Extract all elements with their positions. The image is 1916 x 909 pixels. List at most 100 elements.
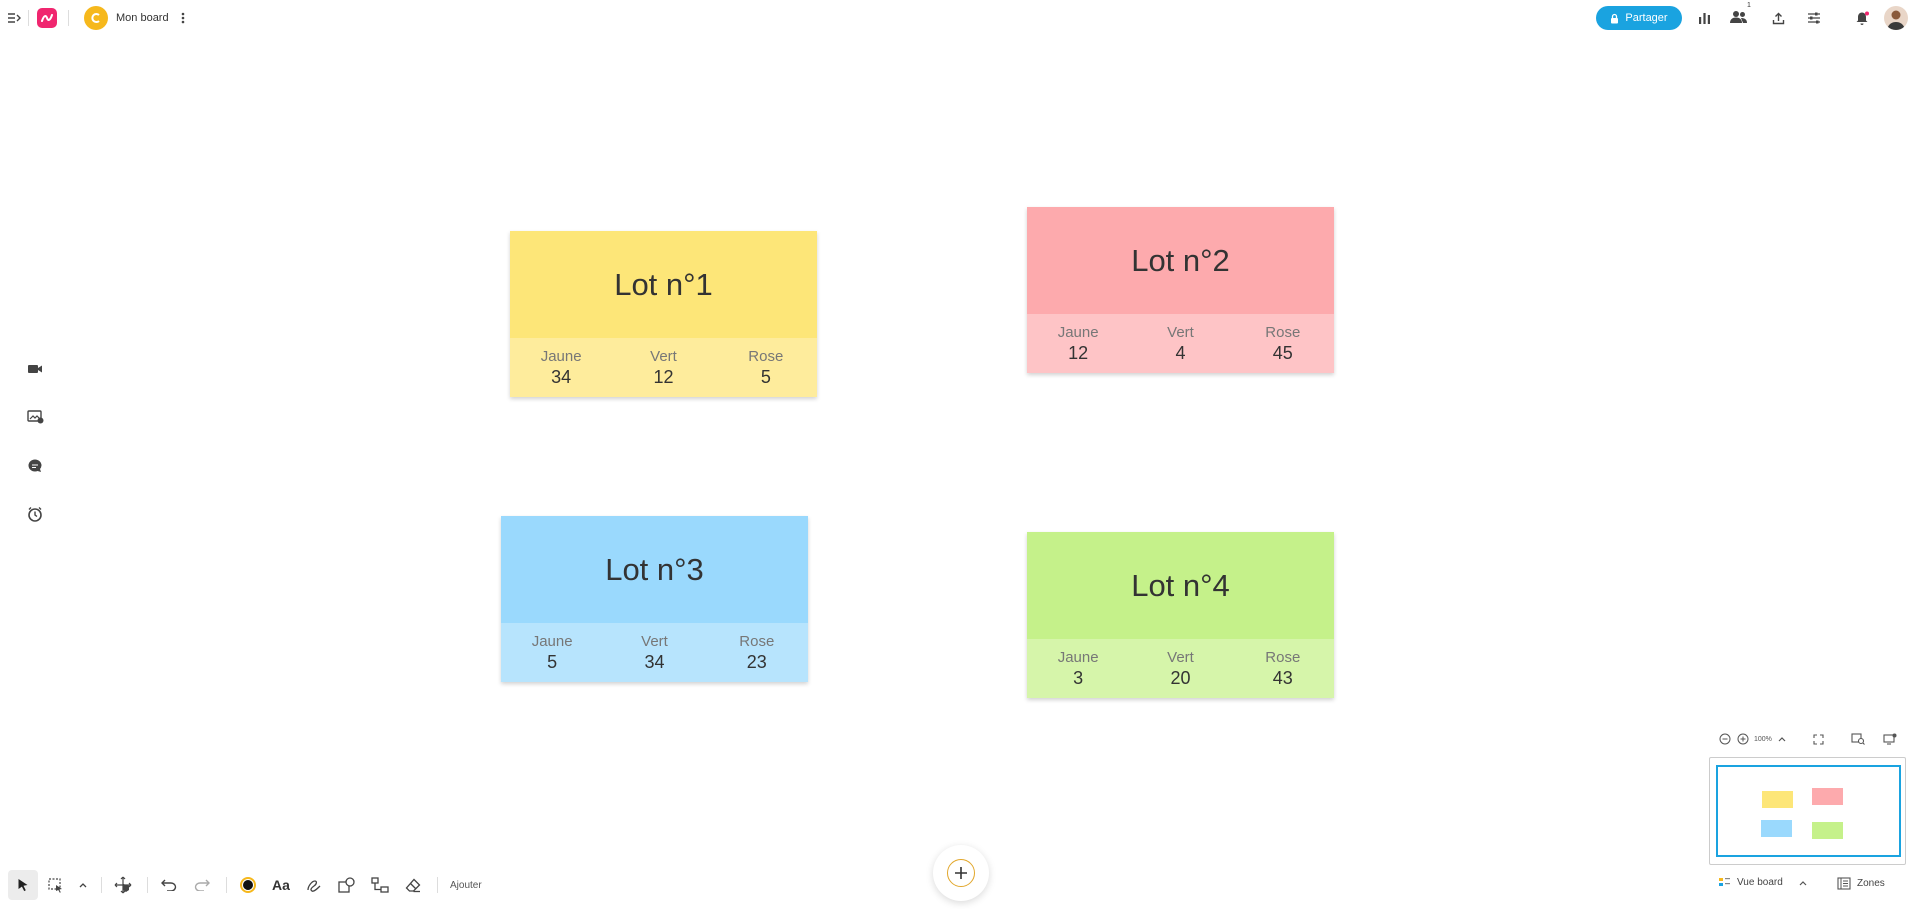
view-board-label: Vue board — [1737, 877, 1783, 888]
timer-icon[interactable] — [22, 501, 48, 527]
sticky-card[interactable]: Lot n°2 Jaune 12 Vert 4 Rose 45 — [1027, 207, 1334, 373]
card-title: Lot n°1 — [510, 231, 817, 338]
shapes-tool-icon[interactable] — [332, 870, 362, 900]
stat-vert: Vert 12 — [612, 338, 714, 397]
chevron-up-icon[interactable] — [1776, 733, 1788, 745]
zoom-out-icon[interactable] — [1718, 732, 1732, 746]
stat-label: Rose — [1265, 323, 1301, 341]
video-icon[interactable] — [22, 356, 48, 382]
board-selector[interactable]: Mon board — [80, 4, 195, 32]
zones-label: Zones — [1857, 878, 1885, 889]
divider — [101, 877, 102, 893]
stat-jaune: Jaune 3 — [1027, 639, 1129, 698]
stat-label: Rose — [739, 632, 775, 650]
divider — [68, 10, 69, 26]
sticky-card[interactable]: Lot n°3 Jaune 5 Vert 34 Rose 23 — [501, 516, 808, 682]
bottom-toolbar: Aa Ajouter — [8, 870, 482, 900]
text-tool-icon[interactable]: Aa — [266, 870, 296, 900]
eraser-icon[interactable] — [398, 870, 428, 900]
fullscreen-icon[interactable] — [1812, 732, 1826, 746]
stat-value: 12 — [1068, 342, 1089, 363]
app-logo-icon[interactable] — [37, 8, 57, 28]
add-element-button[interactable] — [933, 845, 989, 901]
redo-icon[interactable] — [187, 870, 217, 900]
collaborators-count: 1 — [1747, 2, 1751, 9]
zoom-in-icon[interactable] — [1736, 732, 1750, 746]
add-button[interactable]: Ajouter — [450, 880, 482, 891]
collaborators-icon[interactable] — [1726, 6, 1752, 28]
undo-icon[interactable] — [154, 870, 184, 900]
chevron-up-icon[interactable] — [74, 870, 92, 900]
stat-label: Jaune — [1057, 323, 1099, 341]
stat-value: 12 — [653, 366, 674, 387]
divider — [147, 877, 148, 893]
minimap-card — [1812, 788, 1843, 805]
divider — [226, 877, 227, 893]
minimap-card — [1761, 820, 1792, 837]
chevron-up-icon[interactable] — [1799, 880, 1807, 886]
analytics-icon[interactable] — [1694, 8, 1714, 28]
share-label: Partager — [1625, 12, 1668, 24]
stat-value: 45 — [1272, 342, 1293, 363]
stat-label: Vert — [641, 632, 668, 650]
stat-value: 23 — [746, 651, 767, 672]
board-options-icon[interactable] — [177, 10, 189, 26]
stat-label: Rose — [1265, 648, 1301, 666]
chat-icon[interactable] — [22, 453, 48, 479]
board-logo-icon — [84, 6, 108, 30]
board-view-icon — [1719, 878, 1730, 886]
stat-label: Rose — [748, 347, 784, 365]
stat-jaune: Jaune 12 — [1027, 314, 1129, 373]
divider — [437, 877, 438, 893]
connector-tool-icon[interactable] — [365, 870, 395, 900]
stat-label: Jaune — [1057, 648, 1099, 666]
stat-rose: Rose 43 — [1232, 639, 1334, 698]
notifications-bell-icon[interactable] — [1852, 8, 1872, 28]
stat-value: 5 — [760, 366, 771, 387]
zoom-level[interactable]: 100% — [1754, 736, 1772, 743]
export-icon[interactable] — [1768, 8, 1788, 28]
stat-rose: Rose 5 — [715, 338, 817, 397]
presentation-icon[interactable] — [22, 404, 48, 430]
view-board-toggle[interactable]: Vue board — [1718, 877, 1807, 888]
select-tool-icon[interactable] — [8, 870, 38, 900]
color-picker-icon[interactable] — [233, 870, 263, 900]
card-stats: Jaune 3 Vert 20 Rose 43 — [1027, 639, 1334, 698]
stat-value: 3 — [1073, 667, 1084, 688]
sticky-card[interactable]: Lot n°4 Jaune 3 Vert 20 Rose 43 — [1027, 532, 1334, 698]
stat-value: 20 — [1170, 667, 1191, 688]
settings-sliders-icon[interactable] — [1804, 8, 1824, 28]
stat-jaune: Jaune 5 — [501, 623, 603, 682]
screen-settings-icon[interactable] — [1882, 732, 1898, 746]
zoom-controls: 100% — [1718, 728, 1908, 750]
sticky-card[interactable]: Lot n°1 Jaune 34 Vert 12 Rose 5 — [510, 231, 817, 397]
minimap[interactable] — [1709, 757, 1906, 865]
user-avatar[interactable] — [1884, 6, 1908, 30]
find-in-board-icon[interactable] — [1850, 732, 1866, 746]
minimap-card — [1762, 791, 1793, 808]
stat-rose: Rose 45 — [1232, 314, 1334, 373]
menu-collapse-icon[interactable] — [4, 8, 24, 28]
minimap-viewport[interactable] — [1716, 765, 1901, 857]
lasso-select-icon[interactable] — [41, 870, 71, 900]
lock-icon — [1611, 13, 1619, 23]
card-stats: Jaune 12 Vert 4 Rose 45 — [1027, 314, 1334, 373]
zones-icon — [1837, 877, 1851, 890]
zones-button[interactable]: Zones — [1837, 877, 1885, 890]
stat-label: Jaune — [531, 632, 573, 650]
stat-vert: Vert 20 — [1129, 639, 1231, 698]
stat-label: Vert — [650, 347, 677, 365]
stat-jaune: Jaune 34 — [510, 338, 612, 397]
stat-value: 4 — [1175, 342, 1186, 363]
pen-tool-icon[interactable] — [299, 870, 329, 900]
stat-rose: Rose 23 — [706, 623, 808, 682]
card-stats: Jaune 5 Vert 34 Rose 23 — [501, 623, 808, 682]
top-bar: Mon board Partager 1 — [0, 0, 1916, 36]
stat-vert: Vert 4 — [1129, 314, 1231, 373]
share-button[interactable]: Partager — [1596, 6, 1682, 30]
stat-value: 34 — [551, 366, 572, 387]
pan-hand-icon[interactable] — [108, 870, 138, 900]
stat-value: 43 — [1272, 667, 1293, 688]
minimap-card — [1812, 822, 1843, 839]
stat-label: Vert — [1167, 648, 1194, 666]
